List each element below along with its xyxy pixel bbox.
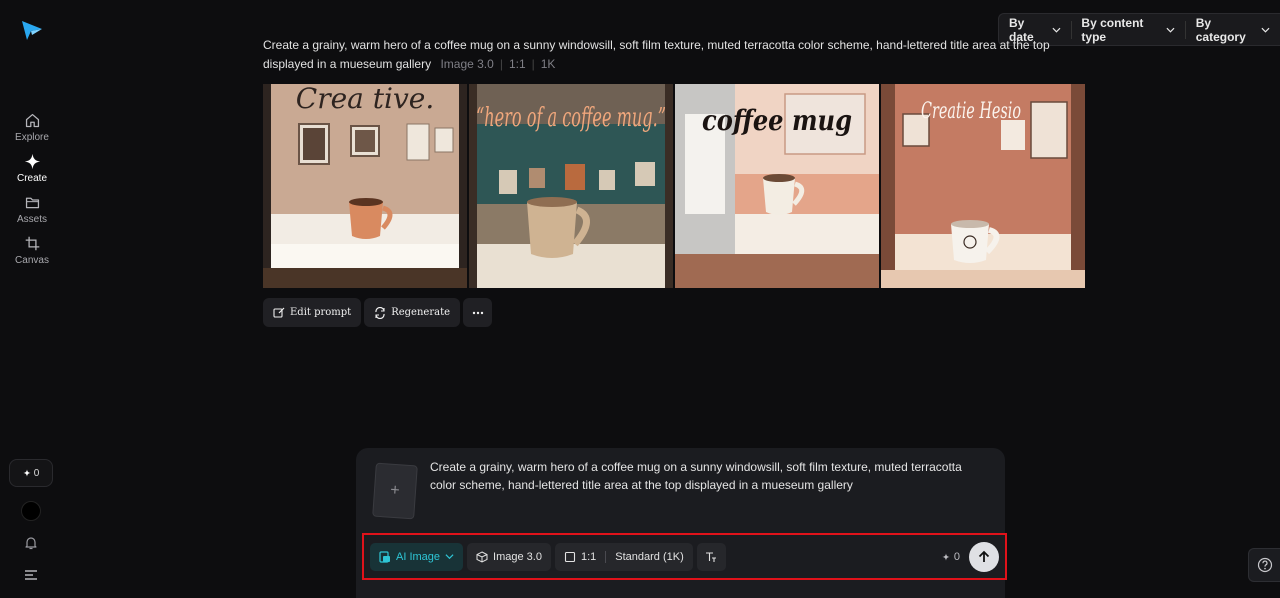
sidebar-nav: Explore Create Assets Canvas bbox=[0, 112, 64, 266]
chevron-down-icon bbox=[445, 554, 454, 560]
sparkle-icon bbox=[24, 153, 40, 170]
sidebar-item-label: Create bbox=[16, 173, 47, 184]
image-content: Creatie Hesio bbox=[881, 84, 1085, 288]
sidebar-item-assets[interactable]: Assets bbox=[4, 194, 60, 225]
home-icon bbox=[25, 113, 39, 128]
image-lettering: “hero of a coffee mug.” bbox=[476, 103, 666, 133]
result-image[interactable]: coffee mug bbox=[675, 84, 879, 288]
edit-icon bbox=[273, 307, 285, 318]
result-prompt: Create a grainy, warm hero of a coffee m… bbox=[263, 36, 1063, 74]
more-horizontal-icon bbox=[472, 311, 483, 314]
sidebar-item-create[interactable]: Create bbox=[4, 153, 60, 184]
text-style-icon bbox=[706, 551, 717, 562]
menu-icon[interactable] bbox=[24, 569, 38, 581]
image-content: coffee mug bbox=[675, 84, 879, 288]
cost-indicator: 0 bbox=[942, 551, 960, 563]
edit-prompt-button[interactable]: Edit prompt bbox=[263, 298, 362, 327]
mode-selector[interactable]: AI Image bbox=[370, 542, 464, 571]
credits-count: 0 bbox=[33, 467, 40, 479]
result-actions: Edit prompt Regenerate bbox=[263, 298, 493, 327]
image-content: Crea tive. bbox=[263, 84, 467, 288]
sparkle-icon bbox=[23, 469, 31, 477]
logo-icon[interactable] bbox=[20, 18, 44, 42]
send-button[interactable] bbox=[969, 541, 999, 572]
prompt-input[interactable]: Create a grainy, warm hero of a coffee m… bbox=[430, 458, 990, 494]
image-content: “hero of a coffee mug.” bbox=[469, 84, 673, 288]
sparkle-icon bbox=[942, 552, 950, 561]
prompt-text: Create a grainy, warm hero of a coffee m… bbox=[263, 38, 1050, 71]
aspect-quality-selector[interactable]: 1:1 Standard (1K) bbox=[554, 542, 693, 571]
mode-label: AI Image bbox=[396, 550, 441, 563]
bell-icon[interactable] bbox=[23, 535, 39, 551]
sidebar-item-label: Canvas bbox=[15, 255, 49, 266]
toolbar-right: 0 bbox=[942, 541, 999, 572]
text-style-button[interactable] bbox=[696, 542, 726, 571]
result-image-grid: Crea tive. “hero of a coffee mug.” coffe… bbox=[263, 84, 1085, 288]
ratio-tag: 1:1 bbox=[508, 57, 526, 71]
chevron-down-icon bbox=[1052, 27, 1061, 33]
image-lettering: Creatie Hesio bbox=[921, 99, 1021, 124]
plus-icon: + bbox=[389, 481, 401, 500]
refresh-icon bbox=[375, 306, 385, 319]
model-selector[interactable]: Image 3.0 bbox=[467, 542, 551, 571]
filter-by-content-type[interactable]: By content type bbox=[1071, 14, 1184, 45]
upload-reference-button[interactable]: + bbox=[372, 462, 418, 520]
sidebar-item-canvas[interactable]: Canvas bbox=[4, 235, 60, 266]
regenerate-button[interactable]: Regenerate bbox=[364, 298, 461, 327]
cost-value: 0 bbox=[953, 550, 960, 563]
aspect-ratio-icon bbox=[564, 551, 576, 562]
result-image[interactable]: Crea tive. bbox=[263, 84, 467, 288]
image-lettering: coffee mug bbox=[702, 104, 852, 137]
arrow-up-icon bbox=[978, 550, 990, 562]
edit-prompt-label: Edit prompt bbox=[290, 307, 352, 318]
quality-label: Standard (1K) bbox=[615, 550, 684, 563]
image-lettering: Crea tive. bbox=[296, 84, 434, 115]
composer-toolbar: AI Image Image 3.0 1:1 Standard (1K) 0 bbox=[362, 533, 1007, 580]
ratio-label: 1:1 bbox=[580, 550, 597, 563]
result-image[interactable]: “hero of a coffee mug.” bbox=[469, 84, 673, 288]
resolution-tag: 1K bbox=[540, 57, 556, 71]
folder-icon bbox=[25, 197, 39, 209]
ai-image-icon bbox=[379, 550, 390, 563]
divider: | bbox=[531, 57, 535, 71]
filter-label: By content type bbox=[1081, 15, 1144, 44]
filter-by-category[interactable]: By category bbox=[1186, 14, 1280, 45]
regenerate-label: Regenerate bbox=[391, 307, 451, 318]
model-tag: Image 3.0 bbox=[440, 57, 494, 71]
sidebar-item-explore[interactable]: Explore bbox=[4, 112, 60, 143]
model-label: Image 3.0 bbox=[493, 550, 542, 563]
crop-icon bbox=[25, 236, 39, 251]
sidebar-item-label: Explore bbox=[15, 132, 49, 143]
sidebar-item-label: Assets bbox=[16, 214, 47, 225]
divider: | bbox=[499, 57, 503, 71]
help-button[interactable] bbox=[1248, 548, 1280, 582]
chevron-down-icon bbox=[1261, 27, 1270, 33]
credits-badge[interactable]: 0 bbox=[9, 459, 53, 487]
filter-label: By category bbox=[1195, 15, 1246, 44]
divider bbox=[605, 550, 607, 563]
chevron-down-icon bbox=[1166, 27, 1175, 33]
help-icon bbox=[1257, 557, 1272, 573]
result-image[interactable]: Creatie Hesio bbox=[881, 84, 1085, 288]
more-options-button[interactable] bbox=[463, 298, 493, 327]
avatar[interactable] bbox=[21, 501, 41, 521]
sidebar: Explore Create Assets Canvas 0 bbox=[0, 0, 64, 598]
cube-icon bbox=[476, 550, 488, 563]
